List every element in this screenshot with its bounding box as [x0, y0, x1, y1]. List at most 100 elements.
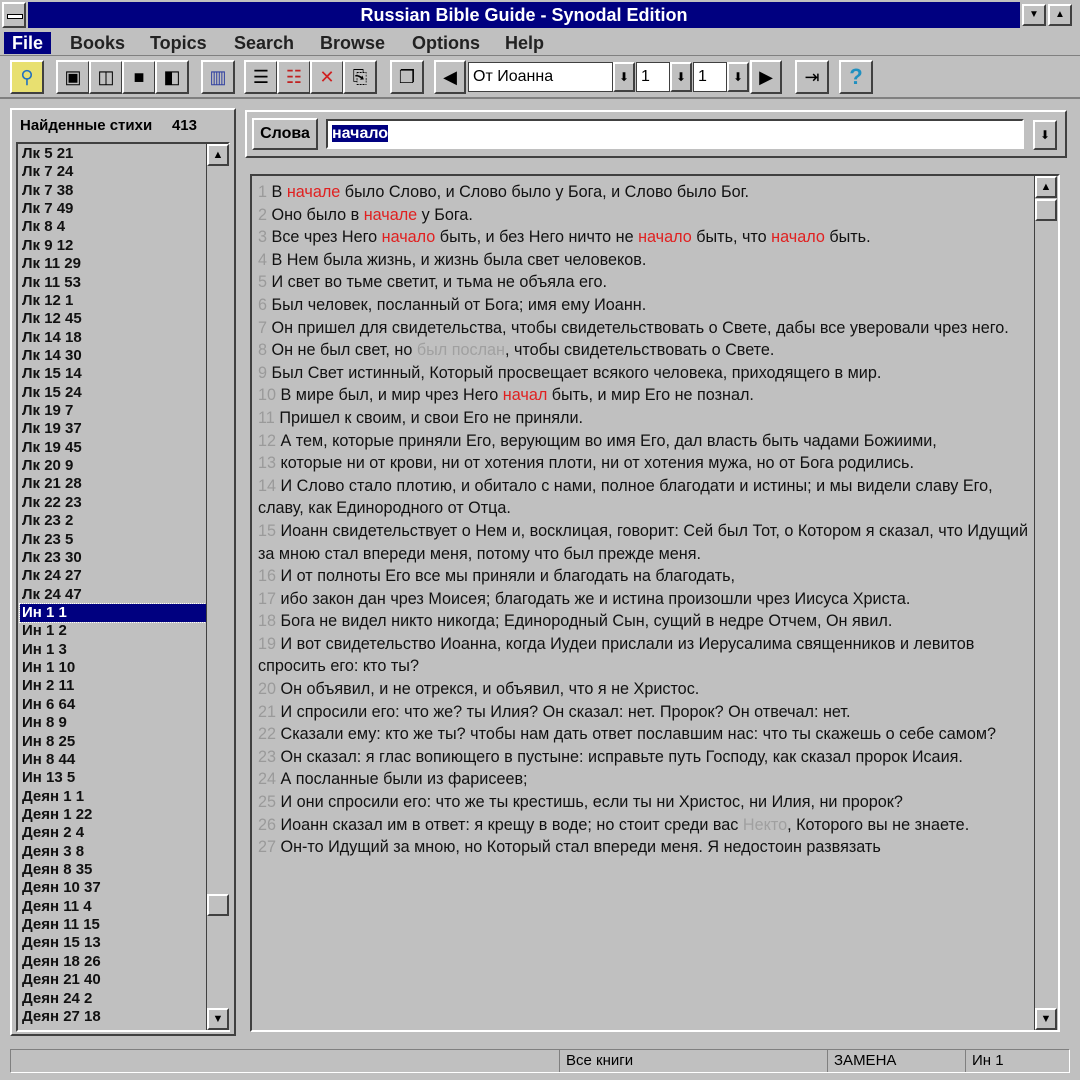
menu-file[interactable]: File [4, 32, 52, 54]
copy-icon[interactable]: ❐ [390, 60, 424, 94]
verse-text-segment: И вот свидетельство Иоанна, когда Иудеи … [258, 634, 975, 676]
menu-books[interactable]: Books [62, 32, 133, 54]
found-verse-item[interactable]: Лк 12 45 [20, 310, 206, 328]
window-layout-2-icon[interactable]: ◫ [89, 60, 123, 94]
search-history-dropdown[interactable]: ⬇ [1033, 120, 1057, 150]
forward-arrow-icon[interactable]: ▶ [750, 60, 782, 94]
scroll-up-button[interactable]: ▲ [207, 144, 229, 166]
verse-number: 8 [258, 341, 272, 360]
verse-dropdown-button[interactable]: ⬇ [727, 62, 749, 92]
found-verse-item[interactable]: Ин 8 9 [20, 714, 206, 732]
found-verse-item[interactable]: Лк 15 14 [20, 365, 206, 383]
scroll-up-button[interactable]: ▲ [1035, 176, 1057, 198]
found-verse-item[interactable]: Лк 19 37 [20, 420, 206, 438]
found-verses-count: 413 [171, 117, 197, 134]
found-verse-item[interactable]: Ин 13 5 [20, 769, 206, 787]
found-verse-item[interactable]: Ин 2 11 [20, 677, 206, 695]
verse-select[interactable]: 1 [693, 62, 727, 92]
menu-topics[interactable]: Topics [142, 32, 215, 54]
go-to-icon[interactable]: ⇥ [795, 60, 829, 94]
verse-number: 16 [258, 567, 281, 586]
scroll-thumb[interactable] [1035, 199, 1057, 221]
window-layout-1-icon[interactable]: ▣ [56, 60, 90, 94]
found-verse-item[interactable]: Лк 11 53 [20, 274, 206, 292]
chapter-select[interactable]: 1 [636, 62, 670, 92]
found-verse-item[interactable]: Лк 21 28 [20, 475, 206, 493]
found-verse-item[interactable]: Лк 14 30 [20, 347, 206, 365]
found-verse-item[interactable]: Лк 5 21 [20, 145, 206, 163]
help-icon[interactable]: ? [839, 60, 873, 94]
scroll-thumb[interactable] [207, 894, 229, 916]
found-verse-item[interactable]: Деян 15 13 [20, 934, 206, 952]
list-delete-icon[interactable]: ☷ [277, 60, 311, 94]
found-verse-item[interactable]: Лк 7 24 [20, 163, 206, 181]
list-scrollbar[interactable]: ▲ ▼ [206, 144, 230, 1030]
found-verse-item[interactable]: Лк 24 47 [20, 586, 206, 604]
found-verse-item[interactable]: Ин 8 44 [20, 751, 206, 769]
verse-number: 19 [258, 634, 281, 653]
verse-text-panel: 1 В начале было Слово, и Слово было у Бо… [250, 174, 1060, 1032]
verse-number: 24 [258, 770, 281, 789]
menu-help[interactable]: Help [497, 32, 552, 54]
found-verse-item[interactable]: Деян 2 4 [20, 824, 206, 842]
found-verse-item[interactable]: Лк 7 38 [20, 182, 206, 200]
found-verse-item[interactable]: Лк 15 24 [20, 384, 206, 402]
found-verse-item[interactable]: Деян 8 35 [20, 861, 206, 879]
found-verse-item[interactable]: Деян 18 26 [20, 953, 206, 971]
found-verse-item[interactable]: Лк 23 2 [20, 512, 206, 530]
found-verse-item[interactable]: Лк 23 5 [20, 531, 206, 549]
found-verse-item[interactable]: Ин 1 1 [19, 603, 207, 623]
found-verse-item[interactable]: Лк 19 7 [20, 402, 206, 420]
found-verse-item[interactable]: Деян 11 15 [20, 916, 206, 934]
found-verse-item[interactable]: Ин 8 25 [20, 733, 206, 751]
clear-icon[interactable]: ✕ [310, 60, 344, 94]
found-verse-item[interactable]: Деян 21 40 [20, 971, 206, 989]
found-verse-item[interactable]: Ин 1 3 [20, 641, 206, 659]
found-verse-item[interactable]: Деян 24 2 [20, 990, 206, 1008]
back-arrow-icon[interactable]: ◀ [434, 60, 466, 94]
verse-number: 6 [258, 295, 272, 314]
list-icon[interactable]: ☰ [244, 60, 278, 94]
found-verse-item[interactable]: Лк 7 49 [20, 200, 206, 218]
found-verse-item[interactable]: Лк 20 9 [20, 457, 206, 475]
minimize-button[interactable]: ▼ [1022, 4, 1046, 26]
found-verse-item[interactable]: Лк 24 27 [20, 567, 206, 585]
found-verse-item[interactable]: Деян 1 1 [20, 788, 206, 806]
found-verse-item[interactable]: Лк 14 18 [20, 329, 206, 347]
found-verse-item[interactable]: Деян 1 22 [20, 806, 206, 824]
found-verse-item[interactable]: Ин 6 64 [20, 696, 206, 714]
book-select[interactable]: От Иоанна [468, 62, 613, 92]
chapter-dropdown-button[interactable]: ⬇ [670, 62, 692, 92]
found-verse-item[interactable]: Лк 8 4 [20, 218, 206, 236]
found-verse-item[interactable]: Ин 1 10 [20, 659, 206, 677]
found-verse-item[interactable]: Ин 1 2 [20, 622, 206, 640]
window-layout-3-icon[interactable]: ■ [122, 60, 156, 94]
found-verse-item[interactable]: Деян 27 18 [20, 1008, 206, 1026]
window-layout-4-icon[interactable]: ◧ [155, 60, 189, 94]
found-verse-item[interactable]: Лк 23 30 [20, 549, 206, 567]
text-scrollbar[interactable]: ▲ ▼ [1034, 176, 1058, 1030]
found-verse-item[interactable]: Деян 10 37 [20, 879, 206, 897]
maximize-button[interactable]: ▲ [1048, 4, 1072, 26]
found-verse-item[interactable]: Лк 22 23 [20, 494, 206, 512]
found-verse-item[interactable]: Лк 12 1 [20, 292, 206, 310]
book-dropdown-button[interactable]: ⬇ [613, 62, 635, 92]
found-verse-item[interactable]: Лк 9 12 [20, 237, 206, 255]
verse: 21 И спросили его: что же? ты Илия? Он с… [258, 701, 1032, 724]
menu-options[interactable]: Options [404, 32, 488, 54]
search-match: начал [502, 386, 548, 405]
scroll-down-button[interactable]: ▼ [1035, 1008, 1057, 1030]
system-menu-button[interactable] [2, 2, 26, 28]
search-input[interactable]: начало [326, 119, 1024, 149]
copy-list-icon[interactable]: ⎘ [343, 60, 377, 94]
menu-browse[interactable]: Browse [312, 32, 393, 54]
search-magnifier-icon[interactable]: ⚲ [10, 60, 44, 94]
scroll-down-button[interactable]: ▼ [207, 1008, 229, 1030]
found-verse-item[interactable]: Лк 19 45 [20, 439, 206, 457]
found-verse-item[interactable]: Деян 3 8 [20, 843, 206, 861]
menu-search[interactable]: Search [226, 32, 302, 54]
found-verse-item[interactable]: Лк 11 29 [20, 255, 206, 273]
words-button[interactable]: Слова [252, 118, 318, 150]
found-verse-item[interactable]: Деян 11 4 [20, 898, 206, 916]
books-icon[interactable]: ▥ [201, 60, 235, 94]
